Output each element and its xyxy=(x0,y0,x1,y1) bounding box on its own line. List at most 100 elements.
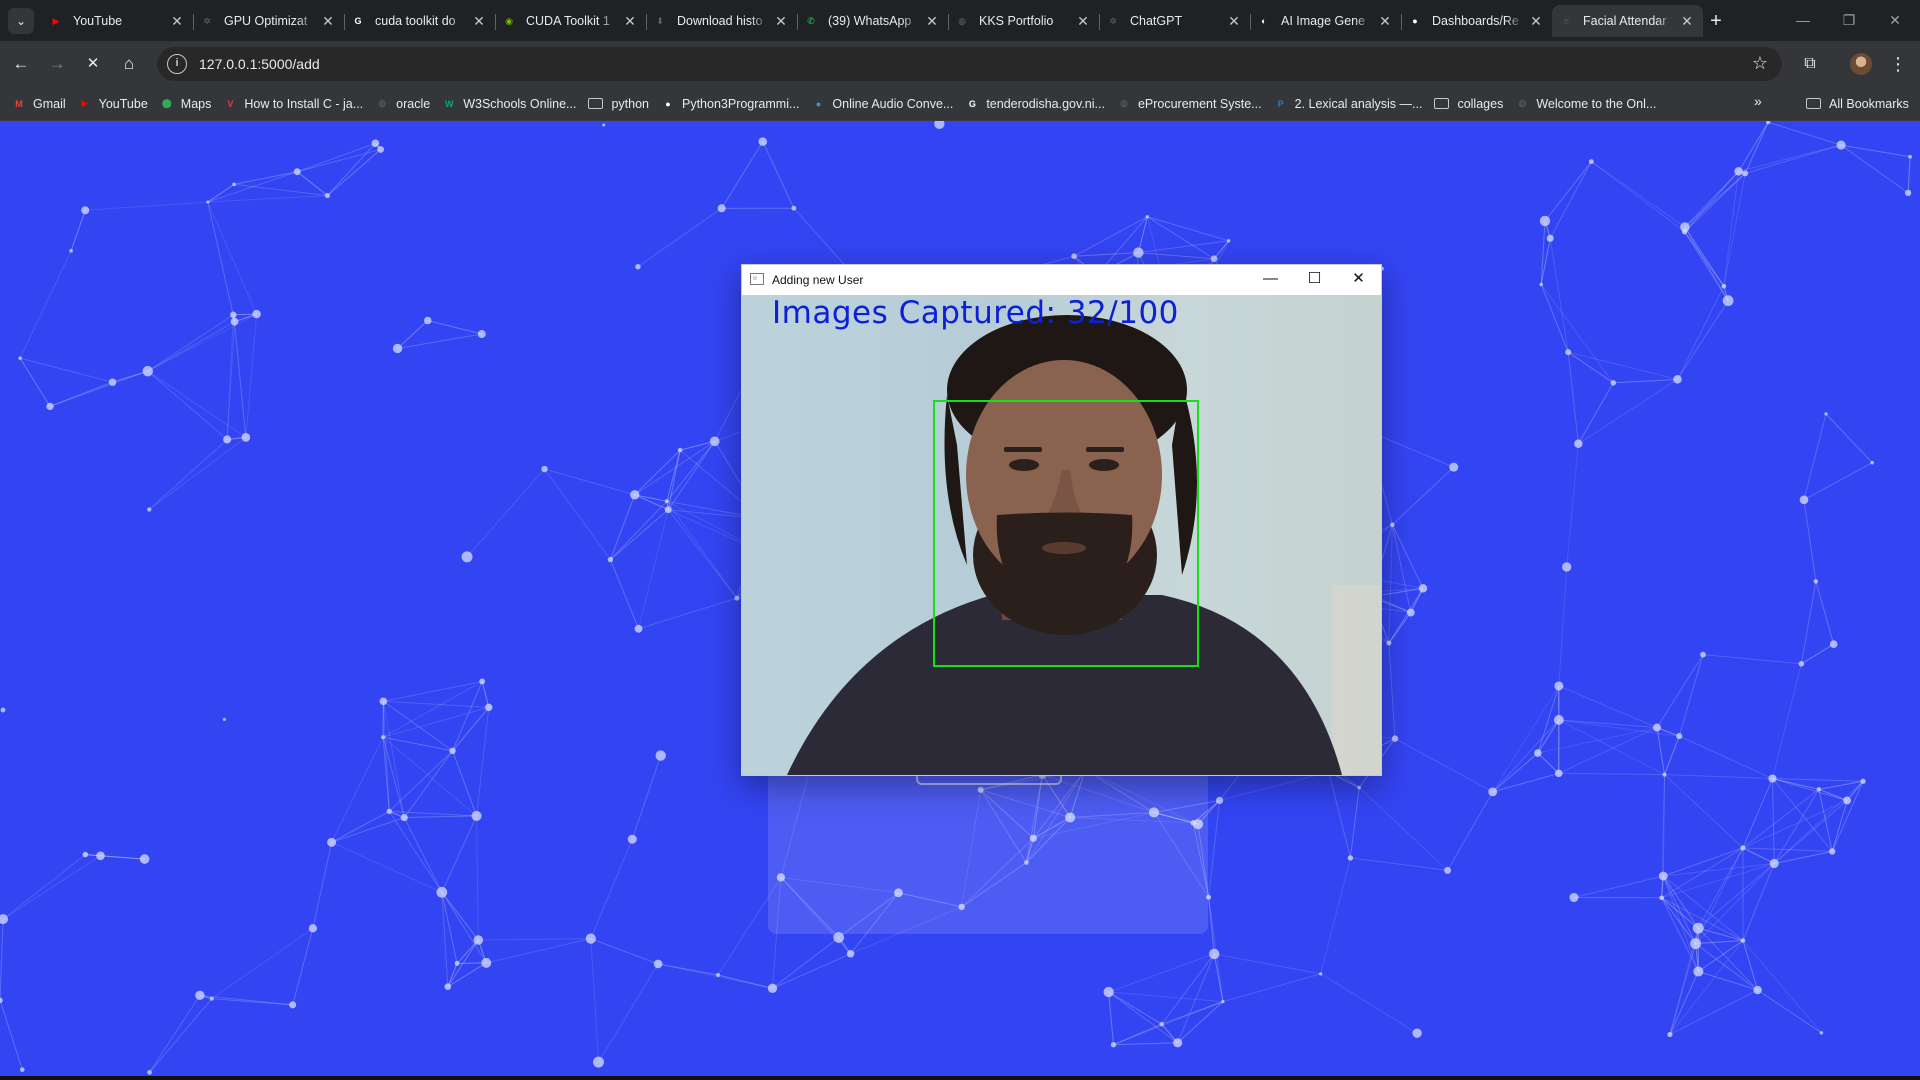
tab-search-button[interactable]: ⌄ xyxy=(8,8,34,34)
tab-title: Facial Attendar xyxy=(1583,14,1667,28)
bookmark-label: collages xyxy=(1457,96,1504,111)
all-bookmarks-button[interactable]: All Bookmarks xyxy=(1806,87,1909,120)
bookmark-label: eProcurement Syste... xyxy=(1137,96,1262,111)
tab-title: ChatGPT xyxy=(1130,14,1183,28)
bookmark-item[interactable]: ● Online Audio Conve... xyxy=(805,91,959,117)
images-captured-counter: Images Captured: 32/100 xyxy=(772,295,1179,331)
youtube-icon: ▶ xyxy=(81,98,89,108)
site-info-icon[interactable]: i xyxy=(167,54,187,74)
tab-9[interactable]: ● Dashboards/Re ✕ xyxy=(1401,5,1552,37)
capture-maximize-button[interactable]: ☐ xyxy=(1292,265,1337,295)
all-bookmarks-label: All Bookmarks xyxy=(1829,96,1909,111)
ai-image-icon: ◐ xyxy=(1261,16,1267,26)
tab-close-icon[interactable]: ✕ xyxy=(1679,13,1695,30)
tab-10[interactable]: ◌ Facial Attendar ✕ xyxy=(1552,5,1703,37)
youtube-icon: ▶ xyxy=(52,15,60,26)
tab-title: Dashboards/Re xyxy=(1432,14,1519,28)
capture-close-button[interactable]: ✕ xyxy=(1336,265,1381,295)
github-icon: ● xyxy=(1412,16,1418,26)
bookmark-item[interactable]: V How to Install C - ja... xyxy=(217,91,369,117)
more-bookmarks-icon[interactable]: » xyxy=(1754,93,1762,109)
tab-title: CUDA Toolkit 1 xyxy=(526,14,610,28)
stop-loading-button[interactable]: ✕ xyxy=(78,49,108,79)
bookmark-item[interactable]: ◍ Welcome to the Onl... xyxy=(1509,91,1662,117)
tab-close-icon[interactable]: ✕ xyxy=(1377,13,1393,30)
bookmark-label: W3Schools Online... xyxy=(463,96,577,111)
bookmark-item[interactable]: P 2. Lexical analysis —... xyxy=(1268,91,1429,117)
capture-window-titlebar[interactable]: Adding new User — ☐ ✕ xyxy=(742,265,1381,295)
google-icon: G xyxy=(354,16,362,26)
url-text[interactable]: 127.0.0.1:5000/add xyxy=(199,56,320,72)
bookmark-label: Gmail xyxy=(33,96,66,111)
home-button[interactable]: ⌂ xyxy=(114,49,144,79)
tab-title: GPU Optimizat xyxy=(224,14,308,28)
tab-5[interactable]: ✆ (39) WhatsApp ✕ xyxy=(797,5,948,37)
google-icon: G xyxy=(968,98,976,109)
capture-window: Adding new User — ☐ ✕ Images Captured: 3… xyxy=(741,264,1382,776)
bookmark-item[interactable]: collages xyxy=(1428,91,1509,117)
browser-menu-icon[interactable]: ⋮ xyxy=(1888,49,1908,79)
tab-close-icon[interactable]: ✕ xyxy=(622,13,638,30)
tab-title: (39) WhatsApp xyxy=(828,14,912,28)
folder-icon xyxy=(1806,98,1821,109)
tab-close-icon[interactable]: ✕ xyxy=(773,13,789,30)
bookmark-item[interactable]: W W3Schools Online... xyxy=(436,91,582,117)
tab-2[interactable]: Gcuda toolkit do ✕ xyxy=(344,5,495,37)
bookmark-item[interactable]: M Gmail xyxy=(6,91,72,117)
new-tab-button[interactable]: + xyxy=(1702,7,1730,35)
bookmark-item[interactable]: ◍ eProcurement Syste... xyxy=(1111,91,1268,117)
folder-icon xyxy=(1434,98,1450,109)
w3schools-icon: W xyxy=(444,98,454,109)
python-icon: P xyxy=(1277,98,1284,109)
bookmark-star-icon[interactable]: ☆ xyxy=(1752,53,1768,74)
tab-close-icon[interactable]: ✕ xyxy=(1075,13,1091,30)
tab-4[interactable]: ⬇ Download histo ✕ xyxy=(646,5,797,37)
tab-0[interactable]: ▶ YouTube ✕ xyxy=(42,5,193,37)
tab-7[interactable]: ✲ ChatGPT ✕ xyxy=(1099,5,1250,37)
tab-strip: ⌄ ▶ YouTube ✕ ✲ GPU Optimizat ✕ Gcuda toolkit … xyxy=(0,0,1920,41)
bookmarks-bar: M Gmail ▶ YouTube ⬤ Maps V How to Install C - j… xyxy=(0,87,1920,121)
vivaldi-icon: V xyxy=(227,98,234,109)
tab-close-icon[interactable]: ✕ xyxy=(1528,13,1544,30)
tab-close-icon[interactable]: ✕ xyxy=(1226,13,1242,30)
screen-bottom-edge xyxy=(0,1076,1920,1080)
forward-button[interactable]: → xyxy=(42,49,72,79)
tab-close-icon[interactable]: ✕ xyxy=(471,13,487,30)
tab-6[interactable]: ◍ KKS Portfolio ✕ xyxy=(948,5,1099,37)
bookmark-item[interactable]: ⬤ Maps xyxy=(154,91,218,117)
globe-icon: ◍ xyxy=(1120,98,1128,108)
bookmark-label: oracle xyxy=(396,96,431,111)
address-bar[interactable]: i 127.0.0.1:5000/add ☆ xyxy=(157,47,1782,81)
capture-minimize-button[interactable]: — xyxy=(1248,265,1293,295)
openai-icon: ✲ xyxy=(203,15,211,26)
extensions-icon[interactable]: ⧉ xyxy=(1795,49,1825,79)
restore-button[interactable]: ❐ xyxy=(1826,6,1872,34)
profile-avatar[interactable] xyxy=(1850,53,1872,75)
tab-title: YouTube xyxy=(73,14,123,28)
bookmark-item[interactable]: ▶ YouTube xyxy=(72,91,154,117)
tab-close-icon[interactable]: ✕ xyxy=(924,13,940,30)
openai-icon: ✲ xyxy=(1109,15,1117,26)
bookmark-item[interactable]: Gtenderodisha.gov.ni... xyxy=(959,91,1111,117)
nvidia-icon: ◉ xyxy=(505,15,513,26)
bookmark-label: Online Audio Conve... xyxy=(832,96,954,111)
bookmark-label: YouTube xyxy=(98,96,148,111)
bookmark-item[interactable]: ◍ oracle xyxy=(369,91,436,117)
globe-icon: ◍ xyxy=(1518,98,1527,108)
tab-3[interactable]: ◉ CUDA Toolkit 1 ✕ xyxy=(495,5,646,37)
tab-8[interactable]: ◐ AI Image Gene ✕ xyxy=(1250,5,1401,37)
gmail-icon: M xyxy=(15,98,23,109)
tab-title: Download histo xyxy=(677,14,763,28)
tab-close-icon[interactable]: ✕ xyxy=(169,13,185,30)
browser-toolbar: ← → ✕ ⌂ i 127.0.0.1:5000/add ☆ ⧉ ⋮ xyxy=(0,41,1920,87)
close-window-button[interactable]: ✕ xyxy=(1872,6,1918,34)
minimize-button[interactable]: — xyxy=(1780,6,1826,34)
github-icon: ● xyxy=(665,98,671,109)
back-button[interactable]: ← xyxy=(6,49,36,79)
bookmark-item[interactable]: ● Python3Programmi... xyxy=(655,91,805,117)
capture-window-title: Adding new User xyxy=(772,273,864,287)
tab-close-icon[interactable]: ✕ xyxy=(320,13,336,30)
bookmark-label: Welcome to the Onl... xyxy=(1536,96,1657,111)
bookmark-item[interactable]: python xyxy=(582,91,655,117)
tab-1[interactable]: ✲ GPU Optimizat ✕ xyxy=(193,5,344,37)
